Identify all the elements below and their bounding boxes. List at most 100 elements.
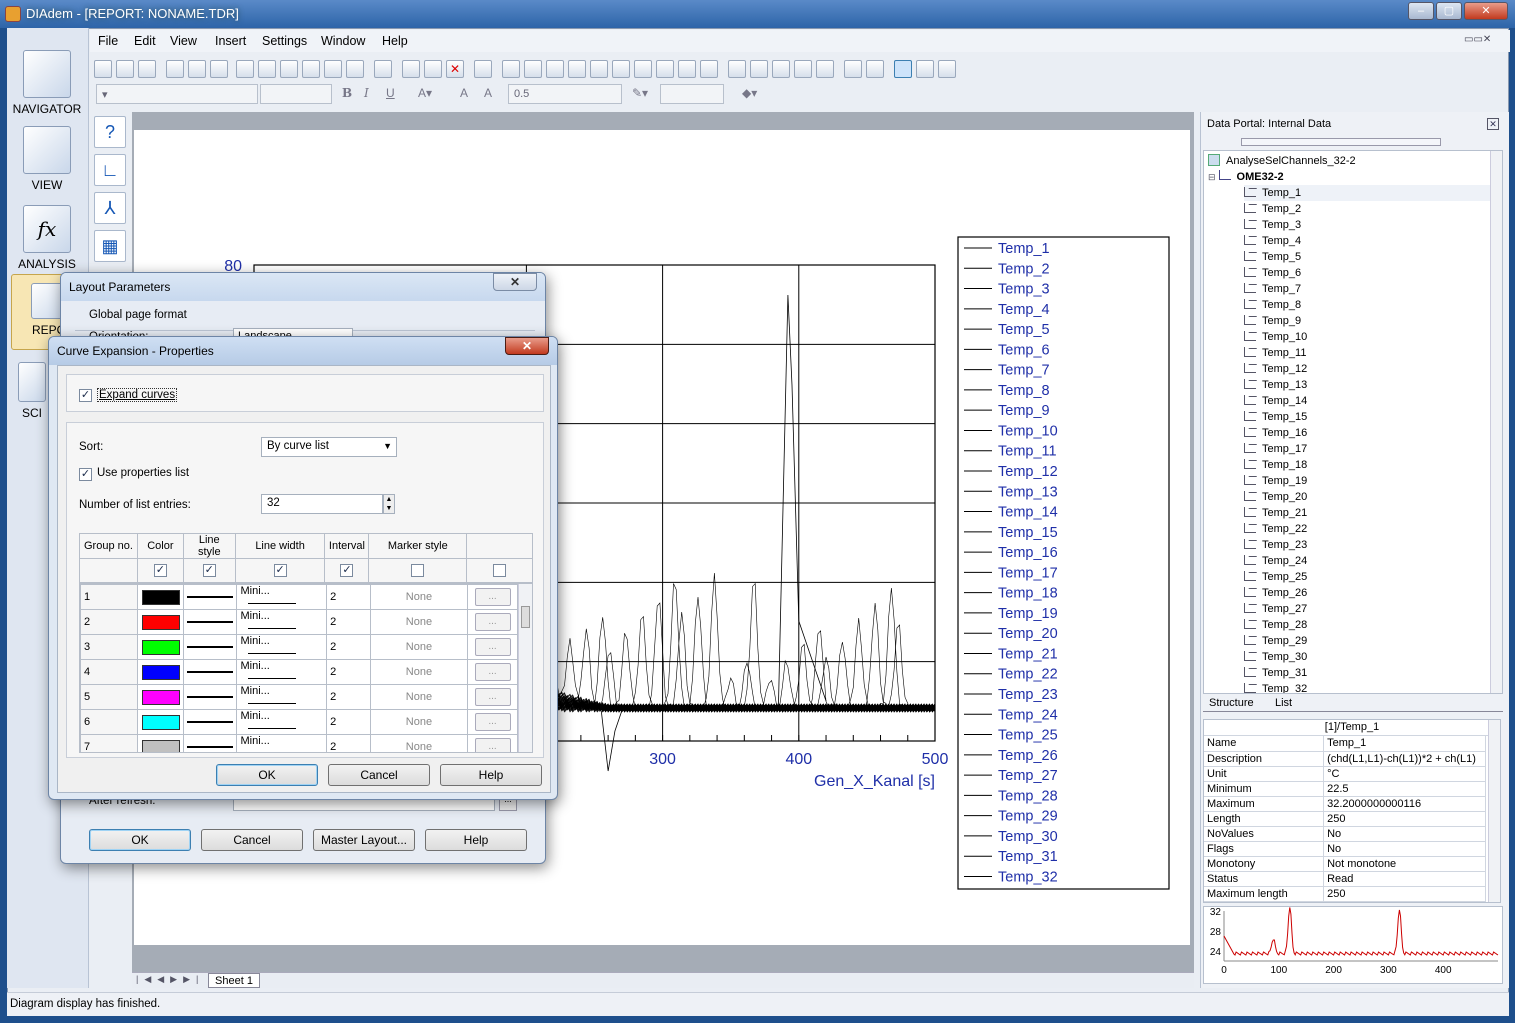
curve-cancel-button[interactable]: Cancel bbox=[328, 764, 430, 786]
maximize-button[interactable]: ▢ bbox=[1436, 2, 1462, 20]
close-button[interactable]: ✕ bbox=[1464, 2, 1508, 20]
help-tool-icon[interactable]: ? bbox=[94, 116, 126, 148]
marker-style-cell[interactable]: None bbox=[369, 584, 469, 610]
marker-style-cell[interactable]: None bbox=[369, 609, 469, 635]
legend-entry[interactable]: Temp_16 bbox=[998, 545, 1058, 561]
expand-curves-checkbox[interactable]: ✓ bbox=[79, 389, 92, 402]
more-button[interactable]: ... bbox=[474, 663, 511, 681]
open-icon[interactable] bbox=[116, 60, 134, 78]
menu-help[interactable]: Help bbox=[382, 34, 408, 48]
distribute-v-icon[interactable] bbox=[612, 60, 630, 78]
legend-entry[interactable]: Temp_13 bbox=[998, 484, 1058, 500]
legend-entry[interactable]: Temp_4 bbox=[998, 302, 1050, 318]
tree-scrollbar[interactable] bbox=[1490, 151, 1502, 693]
color-swatch[interactable] bbox=[141, 739, 180, 752]
layout-close-button[interactable]: ✕ bbox=[493, 273, 537, 291]
line-style-sample[interactable] bbox=[187, 671, 234, 673]
marker-style-cell[interactable]: None bbox=[369, 659, 469, 685]
interval-cell[interactable]: 2 bbox=[326, 684, 371, 710]
spacing2-icon[interactable] bbox=[700, 60, 718, 78]
curve-row[interactable]: 7 Mini... 2 None... bbox=[80, 734, 518, 752]
font-combo[interactable]: ▾ bbox=[96, 84, 258, 104]
property-row[interactable]: Flags No bbox=[1204, 841, 1486, 857]
tree-channel[interactable]: Temp_13 bbox=[1244, 377, 1502, 393]
sheet-tab[interactable]: Sheet 1 bbox=[208, 973, 260, 988]
marker-style-cell[interactable]: None bbox=[369, 709, 469, 735]
mdi-controls[interactable]: ▭▭✕ bbox=[1464, 34, 1504, 48]
grid3-icon[interactable] bbox=[772, 60, 790, 78]
tree-channel[interactable]: Temp_4 bbox=[1244, 233, 1502, 249]
tree-channel[interactable]: Temp_31 bbox=[1244, 665, 1502, 681]
tree-channel[interactable]: Temp_12 bbox=[1244, 361, 1502, 377]
tree-channel[interactable]: Temp_23 bbox=[1244, 537, 1502, 553]
column-enable-checkbox[interactable]: ✓ bbox=[340, 564, 354, 577]
line-style-sample[interactable] bbox=[187, 646, 234, 648]
legend-entry[interactable]: Temp_6 bbox=[998, 342, 1050, 358]
more-button[interactable]: ... bbox=[474, 613, 511, 631]
tree-channel[interactable]: Temp_3 bbox=[1244, 217, 1502, 233]
grid-icon[interactable] bbox=[938, 60, 956, 78]
more-button[interactable]: ... bbox=[474, 713, 511, 731]
legend-entry[interactable]: Temp_12 bbox=[998, 464, 1058, 480]
curve-ok-button[interactable]: OK bbox=[216, 764, 318, 786]
num-entries-spinner[interactable]: ▲ ▼ bbox=[383, 494, 395, 514]
legend-entry[interactable]: Temp_3 bbox=[998, 282, 1050, 298]
legend-entry[interactable]: Temp_27 bbox=[998, 768, 1058, 784]
legend-entry[interactable]: Temp_9 bbox=[998, 403, 1050, 419]
interval-cell[interactable]: 2 bbox=[326, 659, 371, 685]
tree-channel[interactable]: Temp_17 bbox=[1244, 441, 1502, 457]
line-width-cell[interactable]: Mini... bbox=[236, 684, 328, 710]
line-style-combo[interactable] bbox=[660, 84, 724, 104]
legend-entry[interactable]: Temp_32 bbox=[998, 869, 1058, 885]
color-swatch[interactable] bbox=[141, 614, 180, 630]
legend-entry[interactable]: Temp_10 bbox=[998, 423, 1058, 439]
property-scrollbar[interactable] bbox=[1488, 720, 1500, 902]
line-width-cell[interactable]: Mini... bbox=[236, 634, 328, 660]
nav-analysis[interactable]: fx ANALYSIS bbox=[7, 205, 87, 271]
legend-entry[interactable]: Temp_30 bbox=[998, 829, 1058, 845]
property-row[interactable]: Maximum length 250 bbox=[1204, 886, 1486, 902]
axis-2d-icon[interactable]: ∟ bbox=[94, 154, 126, 186]
legend-entry[interactable]: Temp_25 bbox=[998, 728, 1058, 744]
refresh-icon[interactable] bbox=[474, 60, 492, 78]
menu-edit[interactable]: Edit bbox=[134, 34, 156, 48]
curve-row[interactable]: 3 Mini... 2 None... bbox=[80, 634, 518, 660]
axis-3d-icon[interactable]: ⅄ bbox=[94, 192, 126, 224]
menu-view[interactable]: View bbox=[170, 34, 197, 48]
more-button[interactable]: ... bbox=[474, 738, 511, 752]
property-row[interactable]: Description (chd(L1,L1)-ch(L1))*2 + ch(L1… bbox=[1204, 751, 1486, 767]
tree-channel[interactable]: Temp_25 bbox=[1244, 569, 1502, 585]
collapse-icon[interactable]: ⊟ bbox=[1208, 172, 1216, 182]
use-properties-label[interactable]: Use properties list bbox=[97, 467, 189, 479]
grid1-icon[interactable] bbox=[728, 60, 746, 78]
grow-font-icon[interactable]: A bbox=[460, 86, 468, 100]
export-icon[interactable] bbox=[258, 60, 276, 78]
tree-channel[interactable]: Temp_26 bbox=[1244, 585, 1502, 601]
interval-cell[interactable]: 2 bbox=[326, 734, 371, 752]
property-row[interactable]: NoValues No bbox=[1204, 826, 1486, 842]
font-color-icon[interactable]: A▾ bbox=[418, 86, 432, 100]
grid2-icon[interactable] bbox=[750, 60, 768, 78]
legend-entry[interactable]: Temp_22 bbox=[998, 667, 1058, 683]
curve-row[interactable]: 4 Mini... 2 None... bbox=[80, 659, 518, 685]
tool-a-icon[interactable] bbox=[844, 60, 862, 78]
minimize-button[interactable]: – bbox=[1408, 2, 1434, 20]
legend-entry[interactable]: Temp_24 bbox=[998, 707, 1058, 723]
distribute-h-icon[interactable] bbox=[590, 60, 608, 78]
chart-icon[interactable] bbox=[166, 60, 184, 78]
legend-entry[interactable]: Temp_14 bbox=[998, 505, 1058, 521]
fill-icon[interactable]: ◆▾ bbox=[742, 86, 757, 100]
legend-entry[interactable]: Temp_29 bbox=[998, 809, 1058, 825]
color-swatch[interactable] bbox=[141, 639, 180, 655]
spacing-icon[interactable] bbox=[678, 60, 696, 78]
export2-icon[interactable] bbox=[280, 60, 298, 78]
legend-entry[interactable]: Temp_11 bbox=[998, 444, 1057, 460]
align-center-icon[interactable] bbox=[524, 60, 542, 78]
tree-channel[interactable]: Temp_21 bbox=[1244, 505, 1502, 521]
portal-tree[interactable]: AnalyseSelChannels_32-2 ⊟ OME32-2 Temp_1 T… bbox=[1203, 150, 1503, 694]
marker-style-cell[interactable]: None bbox=[369, 634, 469, 660]
color-swatch[interactable] bbox=[141, 689, 180, 705]
line-style-sample[interactable] bbox=[187, 596, 234, 598]
save-icon[interactable] bbox=[138, 60, 156, 78]
tree-channel[interactable]: Temp_27 bbox=[1244, 601, 1502, 617]
